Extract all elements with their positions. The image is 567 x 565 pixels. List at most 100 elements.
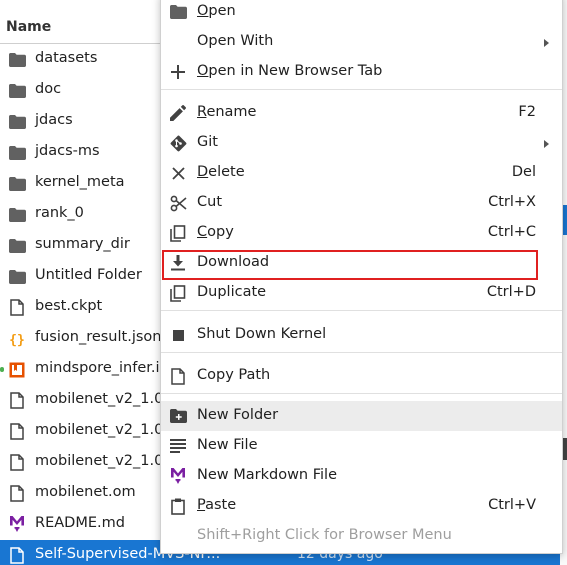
file-icon	[8, 454, 26, 471]
folder-icon	[8, 268, 26, 285]
new-file-label: New File	[197, 437, 258, 453]
menu-separator	[161, 352, 562, 353]
menu-item-copy-path[interactable]: Copy Path	[161, 361, 562, 391]
git-icon	[169, 134, 187, 152]
folder-icon	[8, 237, 26, 254]
shut-down-kernel-label: Shut Down Kernel	[197, 326, 327, 342]
plus-icon	[169, 63, 187, 81]
running-indicator-icon	[0, 367, 4, 372]
menu-separator	[161, 310, 562, 311]
file-icon	[8, 547, 26, 564]
folder-icon	[8, 113, 26, 130]
close-icon	[169, 164, 187, 182]
copy-mnemonic: C	[197, 224, 208, 240]
file-name: jdacs	[35, 112, 73, 128]
open-tab-mnemonic: O	[197, 63, 209, 79]
file-name: mindspore_infer.i	[35, 360, 160, 376]
menu-item-shut-down-kernel[interactable]: Shut Down Kernel	[161, 320, 562, 350]
file-name: kernel_meta	[35, 174, 125, 190]
menu-item-delete[interactable]: Delete Del	[161, 158, 562, 188]
menu-item-open-new-tab[interactable]: Open in New Browser Tab	[161, 57, 562, 87]
copy-label: opy	[207, 224, 234, 240]
folder-icon	[8, 144, 26, 161]
notebook-icon	[8, 361, 26, 378]
copy-icon	[169, 224, 187, 242]
menu-item-open-with[interactable]: Open With	[161, 27, 562, 57]
new-folder-label: New Folder	[197, 407, 279, 423]
menu-item-rename[interactable]: Rename F2	[161, 98, 562, 128]
rename-shortcut: F2	[518, 104, 536, 120]
git-label: Git	[197, 134, 218, 150]
file-name: summary_dir	[35, 236, 130, 252]
file-name: mobilenet_v2_1.0	[35, 391, 164, 407]
file-icon	[8, 423, 26, 440]
new-markdown-file-label: New Markdown File	[197, 467, 337, 483]
context-menu: Open Open With Open in New Browser Tab R…	[160, 0, 563, 554]
copy-path-label: Copy Path	[197, 367, 271, 383]
file-name: doc	[35, 81, 62, 97]
delete-label: elete	[208, 164, 245, 180]
file-name: datasets	[35, 50, 98, 66]
duplicate-shortcut: Ctrl+D	[486, 284, 536, 300]
json-icon: {}	[8, 330, 26, 347]
new-folder-icon	[169, 407, 187, 425]
copy-shortcut: Ctrl+C	[487, 224, 536, 240]
submenu-arrow-icon	[544, 39, 549, 47]
stop-icon	[169, 326, 187, 344]
download-label: Download	[197, 254, 270, 270]
delete-mnemonic: D	[197, 164, 209, 180]
browser-menu-hint-label: Shift+Right Click for Browser Menu	[197, 527, 452, 543]
file-name: mobilenet_v2_1.0	[35, 422, 164, 438]
download-icon	[169, 254, 187, 272]
file-icon	[169, 367, 187, 385]
text-file-icon	[169, 437, 187, 455]
file-name: mobilenet.om	[35, 484, 136, 500]
menu-item-new-folder[interactable]: New Folder	[161, 401, 562, 431]
clipboard-icon	[169, 497, 187, 515]
open-label: pen	[208, 3, 236, 19]
file-icon	[8, 485, 26, 502]
duplicate-icon	[169, 284, 187, 302]
menu-item-git[interactable]: Git	[161, 128, 562, 158]
menu-item-copy[interactable]: Copy Ctrl+C	[161, 218, 562, 248]
pencil-icon	[169, 104, 187, 122]
file-name: rank_0	[35, 205, 84, 221]
menu-item-new-file[interactable]: New File	[161, 431, 562, 461]
open-with-label: Open With	[197, 33, 274, 49]
cut-label: Cut	[197, 194, 222, 210]
svg-text:{}: {}	[9, 333, 25, 347]
menu-item-browser-menu-hint: Shift+Right Click for Browser Menu	[161, 521, 562, 551]
file-name: Untitled Folder	[35, 267, 142, 283]
file-icon	[8, 299, 26, 316]
menu-item-paste[interactable]: Paste Ctrl+V	[161, 491, 562, 521]
folder-icon	[8, 51, 26, 68]
duplicate-label: Duplicate	[197, 284, 267, 300]
file-name: jdacs-ms	[35, 143, 100, 159]
menu-item-duplicate[interactable]: Duplicate Ctrl+D	[161, 278, 562, 308]
menu-item-cut[interactable]: Cut Ctrl+X	[161, 188, 562, 218]
folder-icon	[8, 82, 26, 99]
menu-item-open[interactable]: Open	[161, 0, 562, 27]
file-icon	[8, 392, 26, 409]
scissors-icon	[169, 194, 187, 212]
paste-mnemonic: P	[197, 497, 206, 513]
file-name: fusion_result.json	[35, 329, 162, 345]
menu-separator	[161, 393, 562, 394]
paste-shortcut: Ctrl+V	[488, 497, 536, 513]
delete-shortcut: Del	[511, 164, 536, 180]
file-name: best.ckpt	[35, 298, 103, 314]
markdown-icon	[8, 516, 26, 533]
menu-item-new-markdown-file[interactable]: New Markdown File	[161, 461, 562, 491]
markdown-icon	[169, 467, 187, 485]
folder-icon	[8, 175, 26, 192]
name-column-header[interactable]: Name	[6, 19, 51, 35]
menu-item-download[interactable]: Download	[161, 248, 562, 278]
open-new-tab-label: pen in New Browser Tab	[208, 63, 383, 79]
folder-icon	[169, 3, 187, 21]
rename-label: ename	[206, 104, 257, 120]
cut-shortcut: Ctrl+X	[488, 194, 536, 210]
file-name: mobilenet_v2_1.0	[35, 453, 164, 469]
file-name: README.md	[35, 515, 125, 531]
folder-icon	[8, 206, 26, 223]
submenu-arrow-icon	[544, 140, 549, 148]
